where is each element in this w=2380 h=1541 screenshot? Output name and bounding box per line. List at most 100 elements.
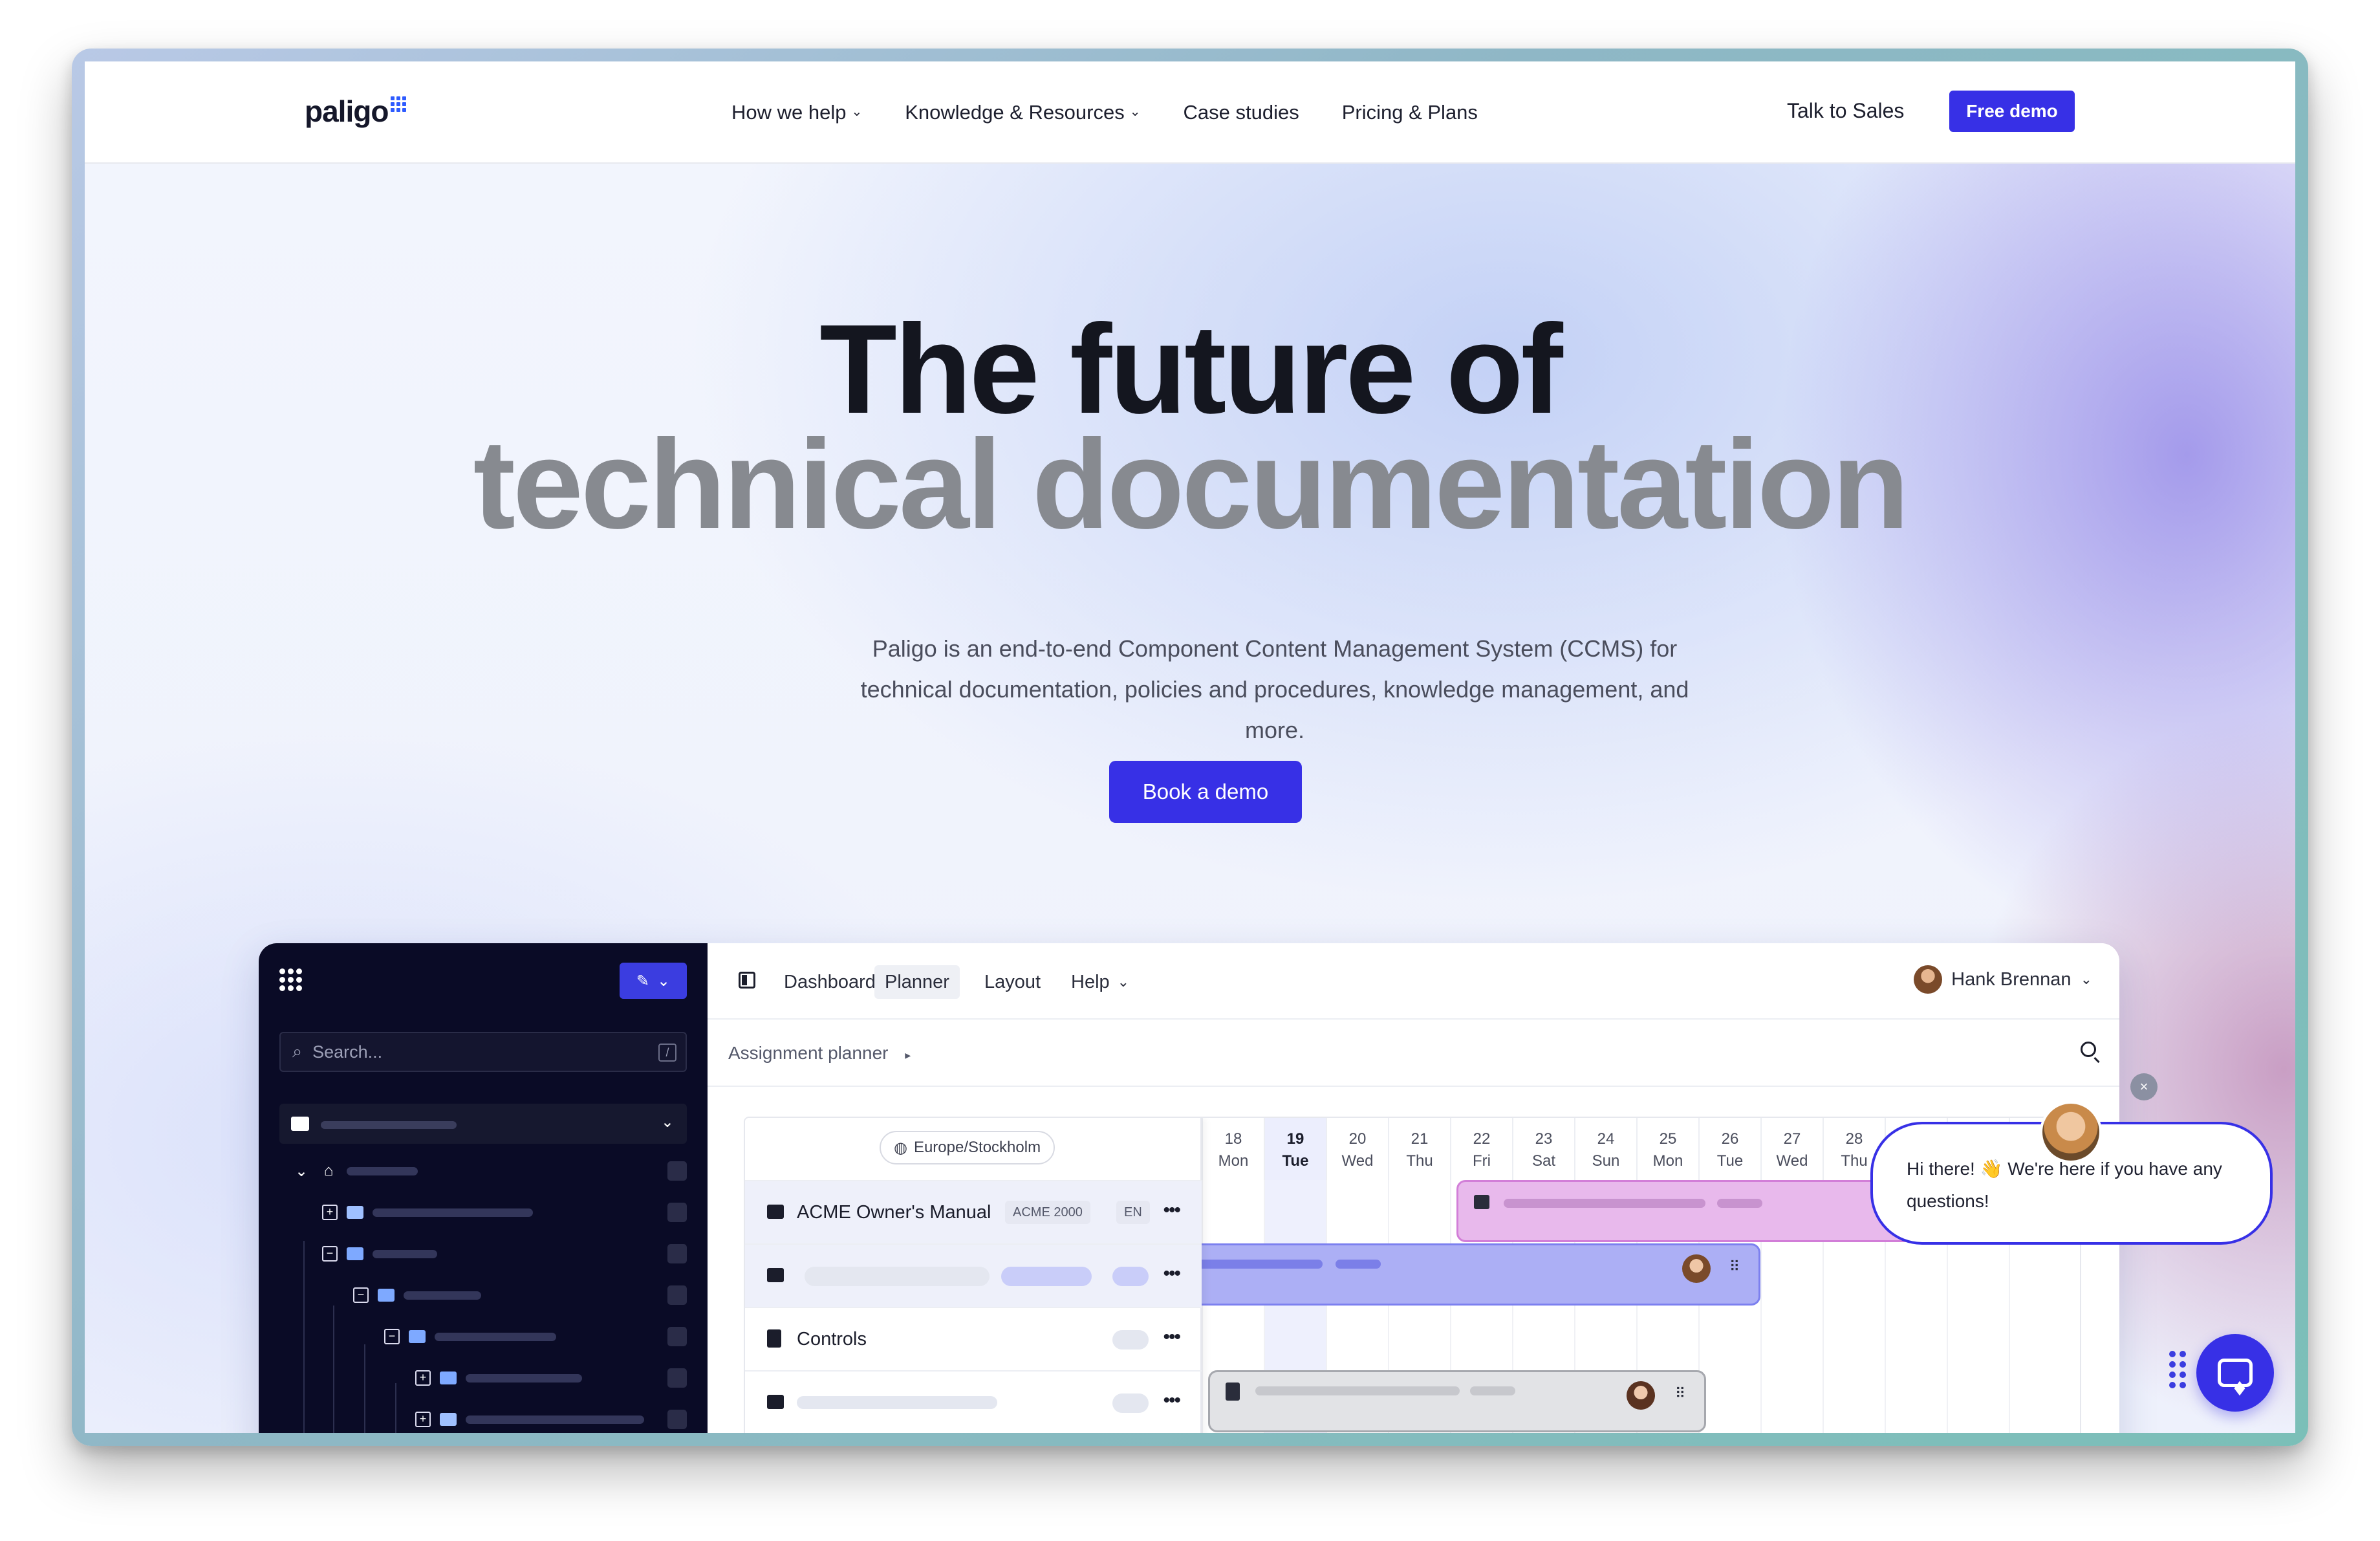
day-column-header: 19 Tue [1264,1118,1326,1180]
day-number: 28 [1845,1130,1863,1148]
more-icon[interactable]: ••• [1163,1263,1180,1285]
free-demo-button[interactable]: Free demo [1949,91,2075,132]
tree-label-placeholder [404,1291,481,1300]
tree-checkbox[interactable] [667,1203,687,1222]
briefcase-icon [767,1268,784,1282]
app-preview: ✎ ⌄ ⌕ Search... / ⌄ ⌄ ⌂ + − − − + + Dash… [259,943,2119,1433]
chevron-down-icon: ⌄ [294,1162,308,1180]
briefcase-icon [767,1205,784,1219]
tree-guide [364,1344,365,1433]
day-column-header: 26 Tue [1698,1118,1760,1180]
row-title-placeholder [797,1396,997,1409]
logo-dots-icon [391,96,407,112]
day-name: Tue [1282,1152,1309,1170]
day-number: 23 [1535,1130,1553,1148]
drag-handle-icon[interactable]: ⠿ [1675,1385,1685,1402]
day-column-header: 24 Sun [1574,1118,1636,1180]
day-name: Thu [1406,1152,1433,1170]
more-icon[interactable]: ••• [1163,1326,1180,1348]
day-number: 27 [1783,1130,1801,1148]
tree-item[interactable]: + [415,1406,644,1432]
search-placeholder: Search... [312,1042,383,1062]
chat-agent-avatar [2040,1101,2102,1163]
talk-to-sales-link[interactable]: Talk to Sales [1787,99,1904,123]
app-sidebar: ✎ ⌄ ⌕ Search... / ⌄ ⌄ ⌂ + − − − + + [259,943,708,1433]
planner-row[interactable]: Controls ••• [745,1307,1202,1370]
row-title: Controls [797,1329,867,1350]
drag-handle-icon[interactable]: ⠿ [1729,1258,1740,1275]
tag-placeholder [1112,1393,1149,1413]
app-topbar: Dashboard Planner Layout Help ⌄ Hank Bre… [708,943,2119,1020]
book-demo-button[interactable]: Book a demo [1109,761,1302,823]
tree-checkbox[interactable] [667,1244,687,1263]
new-content-button[interactable]: ✎ ⌄ [620,963,687,999]
nav-pricing-plans[interactable]: Pricing & Plans [1342,101,1478,124]
day-name: Tue [1716,1152,1744,1170]
timezone-selector[interactable]: ◍ Europe/Stockholm [880,1131,1055,1164]
tag-placeholder [1001,1267,1092,1286]
breadcrumb[interactable]: Assignment planner ▸ [728,1043,911,1064]
more-icon[interactable]: ••• [1163,1199,1180,1221]
tree-label-placeholder [466,1373,582,1383]
tree-checkbox[interactable] [667,1368,687,1388]
assignment-bar[interactable]: ⠿ [1191,1243,1760,1306]
planner-row[interactable]: ACME Owner's Manual ACME 2000 EN ••• [745,1180,1202,1243]
day-name: Mon [1218,1152,1249,1170]
chevron-down-icon: ⌄ [1129,104,1141,119]
planner-row[interactable]: ••• [745,1370,1202,1433]
nav-how-we-help[interactable]: How we help ⌄ [731,101,862,124]
folder-open-icon [378,1289,395,1302]
tree-item[interactable]: + [322,1199,533,1225]
day-name: Sun [1592,1152,1620,1170]
nav-case-studies[interactable]: Case studies [1184,101,1299,124]
tree-item-root[interactable]: ⌄ ⌂ [292,1158,418,1184]
day-name: Fri [1473,1152,1491,1170]
nav-link-label: Case studies [1183,101,1299,124]
tree-checkbox[interactable] [667,1161,687,1181]
day-number: 18 [1224,1130,1242,1148]
edit-icon: ✎ [636,972,649,990]
tree-item[interactable]: − [384,1324,556,1350]
drag-handle-icon[interactable] [2169,1351,2186,1388]
day-number: 26 [1721,1130,1739,1148]
bar-label-placeholder [1193,1260,1323,1269]
planner-subbar: Assignment planner ▸ [708,1020,2119,1087]
apps-grid-icon[interactable] [279,968,302,991]
sidebar-toggle-icon[interactable] [739,972,755,989]
tab-planner[interactable]: Planner [874,965,960,999]
home-icon: ⌂ [323,1162,334,1179]
day-column-header: 21 Thu [1388,1118,1450,1180]
tab-layout[interactable]: Layout [974,965,1051,999]
tree-checkbox[interactable] [667,1410,687,1429]
tree-item[interactable]: − [322,1241,437,1267]
more-icon[interactable]: ••• [1163,1390,1180,1412]
folder-icon [347,1206,363,1219]
user-menu[interactable]: Hank Brennan ⌄ [1914,965,2092,994]
tree-checkbox[interactable] [667,1285,687,1305]
bar-label-placeholder [1470,1386,1515,1395]
bar-label-placeholder [1504,1199,1705,1208]
avatar [1682,1254,1711,1283]
planner-row[interactable]: ••• [745,1243,1202,1307]
workspace-select[interactable]: ⌄ [279,1104,687,1144]
tab-help[interactable]: Help ⌄ [1061,965,1140,999]
chat-launcher-button[interactable] [2196,1334,2274,1412]
nav-knowledge-resources[interactable]: Knowledge & Resources ⌄ [905,101,1140,124]
chat-close-button[interactable]: × [2130,1073,2158,1100]
chat-icon [2218,1359,2253,1387]
caret-right-icon: ▸ [905,1049,911,1062]
expand-icon: + [322,1205,338,1220]
sidebar-search-input[interactable]: ⌕ Search... / [279,1032,687,1072]
paligo-logo[interactable]: paligo [305,94,407,129]
user-name: Hank Brennan [1951,968,2072,990]
nav-link-label: Knowledge & Resources [905,101,1125,124]
tree-item[interactable]: − [353,1282,481,1308]
tree-checkbox[interactable] [667,1327,687,1346]
assignment-bar[interactable]: ⠿ [1208,1370,1706,1432]
tree-item[interactable]: + [415,1365,582,1391]
tab-dashboard[interactable]: Dashboard [774,965,886,999]
search-icon[interactable] [2081,1042,2096,1057]
hero-title-line2: technical documentation [473,413,1910,555]
bar-label-placeholder [1255,1386,1460,1395]
tree-guide [303,1241,305,1433]
